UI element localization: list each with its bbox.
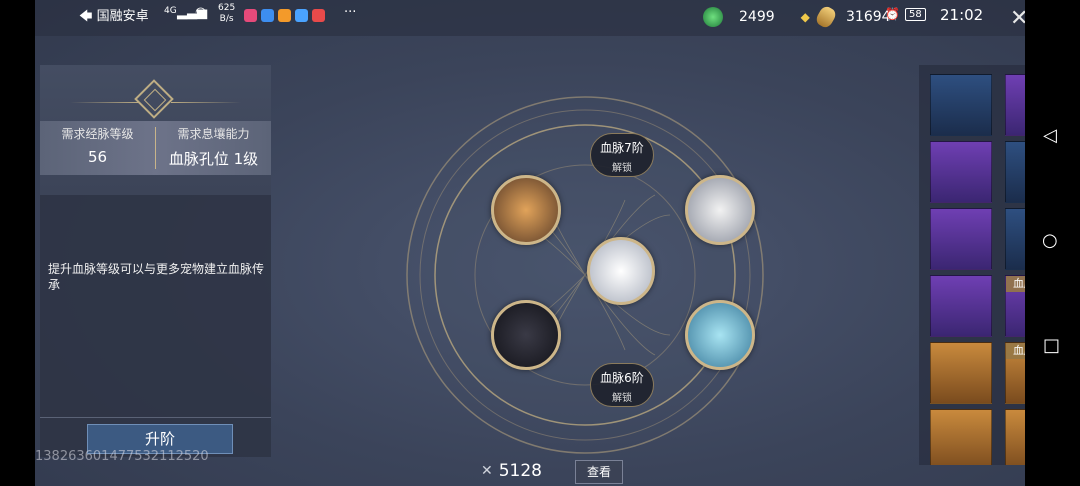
watermark-text: 13826360147753211252​0 [35,449,209,464]
ability-requirement: 需求息壤能力 血脉孔位 1级 [156,125,271,169]
ability-value: 血脉孔位 1级 [168,150,259,168]
bloodline-info-panel: 需求经脉等级 56 需求息壤能力 血脉孔位 1级 提升血脉等级可以与更多宠物建立… [40,65,271,457]
jade-icon [703,7,723,27]
net-speed: 625 B/s [218,3,235,25]
pet-card[interactable]: 血脉 [1005,342,1025,404]
pet-card[interactable] [930,409,992,465]
net-speed-unit: B/s [219,14,234,24]
pet-slot-top-right[interactable] [685,175,755,245]
ornament-line [171,102,241,103]
nav-back-icon[interactable]: ◁ [1043,125,1057,146]
pet-card[interactable] [1005,409,1025,465]
battery-indicator: 58 [905,8,926,21]
pet-card[interactable] [1005,74,1025,136]
tier7-tag[interactable]: 血脉7阶 解锁 [590,133,654,177]
carrier-label: 国融安卓 [96,9,149,24]
bloodline-badge: 血脉 [1006,276,1025,292]
pet-slot-bottom-right[interactable] [685,300,755,370]
more-notifications: ··· [344,5,357,20]
pet-slot-center[interactable] [587,237,655,305]
jade-amount: 2499 [739,9,775,25]
app-icon [261,9,274,22]
level-label: 需求经脉等级 [61,127,134,141]
view-button[interactable]: 查看 [575,460,623,484]
bloodline-badge: 血脉 [1006,343,1025,359]
alarm-icon: ⏰ [885,7,900,21]
tier7-title: 血脉7阶 [600,141,644,155]
pet-card[interactable] [930,275,992,337]
panel-header: 需求经脉等级 56 需求息壤能力 血脉孔位 1级 [40,65,271,195]
level-value: 56 [87,148,108,166]
pet-grid: 血脉 血脉 [919,65,1025,465]
ornament-line [70,102,140,103]
tier6-tag[interactable]: 血脉6阶 解锁 [590,363,654,407]
pet-card[interactable] [1005,141,1025,203]
level-requirement: 需求经脉等级 56 [40,125,155,166]
signal-label: 4G [164,6,177,16]
pet-card[interactable] [1005,208,1025,270]
pet-slot-bottom-left[interactable] [491,300,561,370]
pet-card[interactable] [930,141,992,203]
app-icon [295,9,308,22]
crossed-swords-icon: ✕ [481,463,493,479]
nav-home-icon[interactable]: ○ [1042,230,1058,251]
back-arrow-icon[interactable]: 🡄 [79,9,92,24]
pet-card[interactable] [930,208,992,270]
top-bar: 🡄 国融安卓 4G ▂▃▅ ◠ 625 B/s ··· 2499 ◆ 31694… [35,0,1025,36]
close-icon[interactable]: ✕ [1010,6,1025,31]
app-icon [312,9,325,22]
pet-card[interactable] [930,74,992,136]
nav-recent-icon[interactable]: □ [1043,335,1060,356]
tier6-status: 解锁 [612,393,632,404]
ability-label: 需求息壤能力 [177,127,250,141]
net-speed-value: 625 [218,3,236,13]
wheel-rings [406,96,764,454]
pet-slot-top-left[interactable] [491,175,561,245]
gold-currency: 31694 [814,4,891,30]
count-value: 5128 [498,461,542,481]
jade-currency: 2499 ◆ [703,6,810,28]
bloodline-wheel: 血脉7阶 解锁 血脉6阶 解锁 [405,95,765,455]
status-carrier: 🡄 国融安卓 [79,5,149,29]
add-jade-icon[interactable]: ◆ [801,10,810,24]
requirements-box: 需求经脉等级 56 需求息壤能力 血脉孔位 1级 [40,121,271,175]
app-icons [244,8,329,23]
game-screen: 🡄 国融安卓 4G ▂▃▅ ◠ 625 B/s ··· 2499 ◆ 31694… [35,0,1025,486]
tier7-status: 解锁 [612,163,632,174]
pet-count: ✕ 5128 [481,458,542,484]
gold-amount: 31694 [846,9,891,25]
app-icon [278,9,291,22]
description-text: 提升血脉等级可以与更多宠物建立血脉传承 [48,262,265,292]
app-icon [244,9,257,22]
clock: 21:02 [940,6,984,24]
pet-card[interactable] [930,342,992,404]
pet-card[interactable]: 血脉 [1005,275,1025,337]
tier6-title: 血脉6阶 [600,371,644,385]
wifi-icon: ◠ [195,5,207,20]
gold-icon [814,4,838,30]
